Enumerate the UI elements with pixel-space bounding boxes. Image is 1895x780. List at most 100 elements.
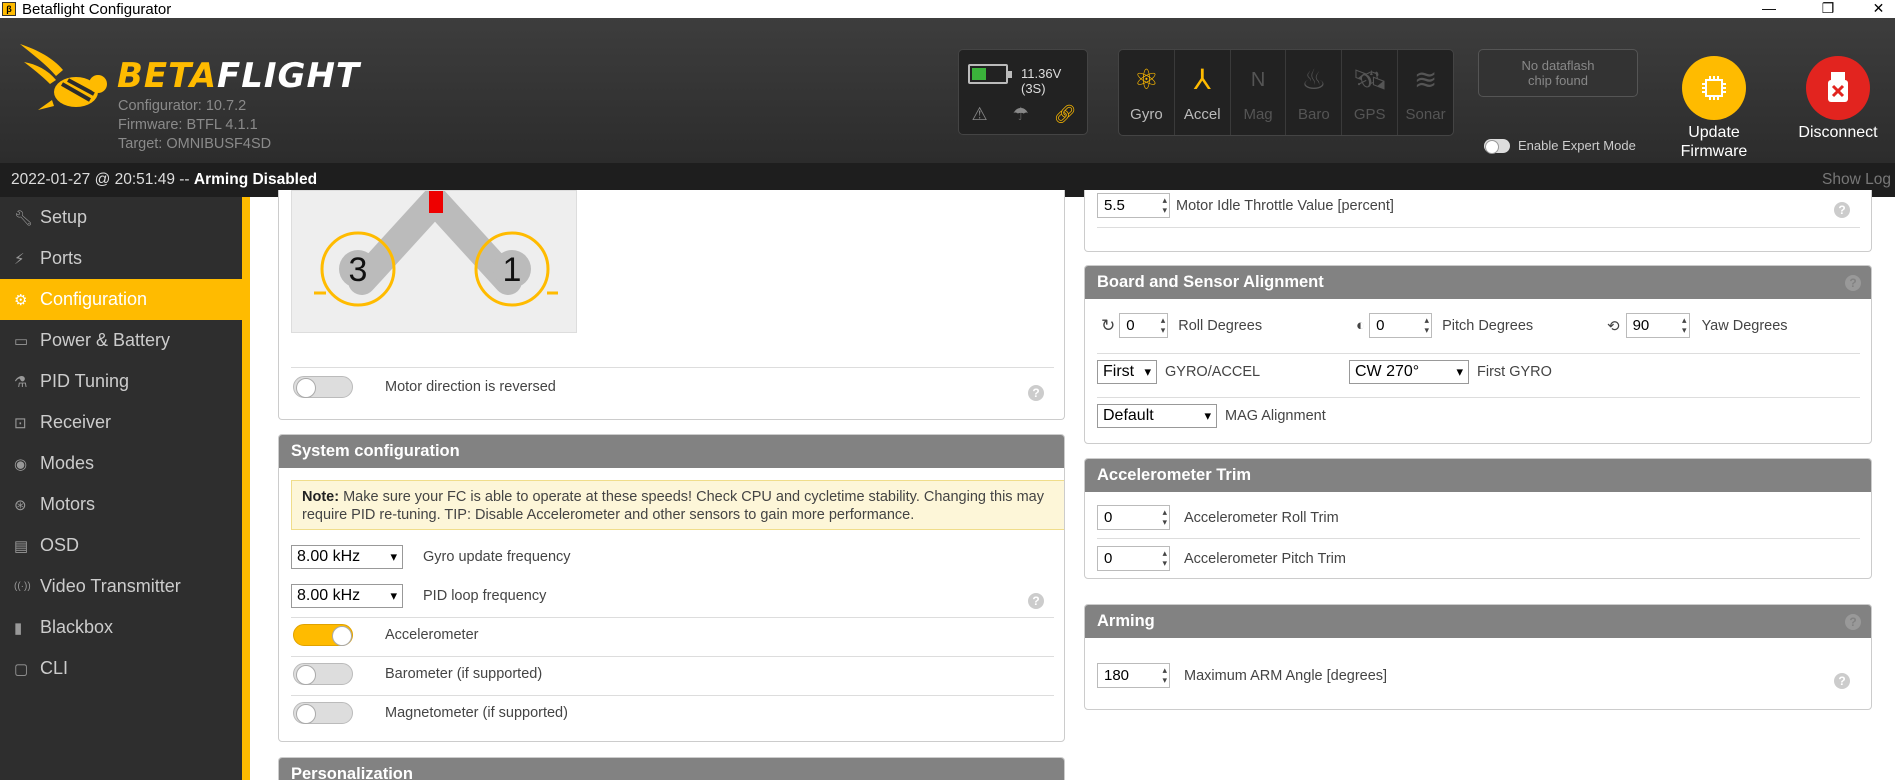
close-button[interactable]: ✕ — [1862, 0, 1895, 18]
sidebar-item-video-transmitter[interactable]: ((·)) Video Transmitter — [0, 566, 242, 607]
sidebar-item-blackbox[interactable]: ▮ Blackbox — [0, 607, 242, 648]
system-config-title: System configuration — [279, 435, 1064, 468]
sidebar-item-label: Blackbox — [40, 617, 114, 637]
sidebar-item-osd[interactable]: ▤ OSD — [0, 525, 242, 566]
help-icon[interactable]: ? — [1028, 385, 1044, 401]
gyro-alignment-label: First GYRO — [1477, 364, 1552, 380]
sensor-label: Mag — [1243, 106, 1273, 123]
acc-trim-panel: Accelerometer Trim 0 Accelerometer Roll … — [1084, 458, 1872, 579]
gyro-alignment-select[interactable]: CW 270° — [1349, 360, 1469, 384]
motor-direction-toggle[interactable] — [293, 376, 353, 398]
sidebar-item-label: PID Tuning — [40, 371, 130, 391]
magnetometer-toggle[interactable] — [293, 702, 353, 724]
roll-degrees-input[interactable]: 0 — [1119, 313, 1169, 338]
motor-3-label: 3 — [349, 251, 368, 289]
status-timestamp: 2022-01-27 @ 20:51:49 -- — [11, 171, 194, 188]
help-icon[interactable]: ? — [1028, 593, 1044, 609]
system-config-panel: System configuration Note: Make sure you… — [278, 434, 1065, 742]
expert-mode-label: Enable Expert Mode — [1518, 138, 1636, 153]
sensor-label: Baro — [1298, 106, 1330, 123]
baro-icon: ♨ — [1301, 64, 1327, 95]
disconnect-button[interactable]: Disconnect — [1792, 56, 1884, 142]
acc-pitch-trim-input[interactable]: 0 — [1097, 546, 1170, 571]
yaw-degrees-input[interactable]: 90 — [1625, 313, 1690, 338]
pid-frequency-select[interactable]: 8.00 kHz — [291, 584, 403, 608]
dataflash-line2: chip found — [1528, 73, 1588, 88]
sensor-label: Gyro — [1130, 106, 1163, 123]
firmware-version: Firmware: BTFL 4.1.1 — [118, 117, 258, 133]
accelerometer-toggle[interactable] — [293, 624, 353, 646]
sidebar-item-label: Power & Battery — [40, 330, 171, 350]
brand-wordmark: BETAFLIGHT — [117, 56, 360, 96]
max-arm-angle-input[interactable]: 180 — [1097, 663, 1170, 688]
note-text: Make sure your FC is able to operate at … — [302, 489, 1044, 523]
mag-alignment-select[interactable]: Default — [1097, 404, 1217, 428]
sidebar-item-modes[interactable]: ◉ Modes — [0, 443, 242, 484]
gyro-frequency-select[interactable]: 8.00 kHz — [291, 545, 403, 569]
pid-icon: ⚗ — [14, 373, 28, 391]
sensor-mag: N Mag — [1231, 50, 1287, 135]
magnetometer-label: Magnetometer (if supported) — [385, 705, 568, 721]
accelerometer-label: Accelerometer — [385, 627, 479, 643]
version-info: Configurator: 10.7.2 Firmware: BTFL 4.1.… — [118, 97, 271, 154]
gyro-select[interactable]: First — [1097, 360, 1157, 384]
acc-roll-trim-input[interactable]: 0 — [1097, 505, 1170, 530]
mag-icon: N — [1250, 69, 1266, 91]
help-icon[interactable]: ? — [1834, 202, 1850, 218]
sidebar-item-cli[interactable]: ▢ CLI — [0, 648, 242, 689]
bee-logo-icon — [20, 44, 107, 110]
modes-icon: ◉ — [14, 455, 28, 473]
roll-icon: ↻ — [1101, 315, 1116, 335]
motors-icon: ⊛ — [14, 496, 27, 514]
cli-icon: ▢ — [14, 660, 29, 678]
sidebar-item-receiver[interactable]: ⊡ Receiver — [0, 402, 242, 443]
sidebar-item-label: OSD — [40, 535, 80, 555]
expert-mode-switch[interactable] — [1484, 138, 1510, 154]
personalization-panel: Personalization — [278, 757, 1065, 780]
wrench-icon: 🔧︎ — [14, 209, 34, 227]
link-icon: 🔗︎ — [1053, 104, 1077, 124]
acc-roll-trim-label: Accelerometer Roll Trim — [1184, 509, 1339, 526]
motor-idle-panel: 5.5 Motor Idle Throttle Value [percent] … — [1084, 190, 1872, 252]
sidebar-item-setup[interactable]: 🔧︎ Setup — [0, 197, 242, 238]
sensor-label: Accel — [1183, 106, 1221, 123]
mixer-panel: 3 1 Motor direction is reversed ? — [278, 190, 1065, 420]
sensor-status: ⚛ Gyro ⅄ Accel N Mag ♨ Baro 🛰︎ GPS ≋ Sonar — [1118, 49, 1454, 136]
help-icon[interactable]: ? — [1834, 673, 1850, 689]
pitch-degrees-label: Pitch Degrees — [1442, 317, 1534, 334]
motor-idle-input[interactable]: 5.5 — [1097, 193, 1170, 218]
sidebar-item-power-battery[interactable]: ▭ Power & Battery — [0, 320, 242, 361]
help-icon[interactable]: ? — [1845, 275, 1861, 291]
app-icon: β — [2, 2, 16, 16]
gyro-frequency-label: Gyro update frequency — [423, 549, 571, 565]
arming-state: Arming Disabled — [193, 171, 318, 188]
sidebar-item-label: Motors — [40, 494, 96, 514]
barometer-toggle[interactable] — [293, 663, 353, 685]
sidebar-item-configuration[interactable]: ⚙ Configuration — [0, 279, 242, 320]
yaw-icon: ⟲ — [1607, 317, 1620, 335]
minimize-button[interactable]: — — [1749, 0, 1789, 18]
sidebar-item-label: Receiver — [40, 412, 112, 432]
plug-icon: ⚡︎ — [14, 250, 25, 268]
sensor-label: GPS — [1353, 106, 1386, 123]
maximize-button[interactable]: ❐ — [1808, 0, 1848, 18]
roll-degrees-label: Roll Degrees — [1178, 317, 1263, 334]
receiver-icon: ⊡ — [14, 414, 27, 432]
pitch-icon: ◐ — [1356, 317, 1366, 334]
sidebar-item-ports[interactable]: ⚡︎ Ports — [0, 238, 242, 279]
vtx-icon: ((·)) — [14, 581, 31, 592]
dataflash-status: No dataflash chip found — [1478, 49, 1638, 97]
help-icon[interactable]: ? — [1845, 614, 1861, 630]
sidebar-item-pid-tuning[interactable]: ⚗ PID Tuning — [0, 361, 242, 402]
battery-icon: ▭ — [14, 332, 29, 350]
sensor-baro: ♨ Baro — [1286, 50, 1343, 135]
arming-title-text: Arming — [1097, 612, 1155, 630]
sensor-accel: ⅄ Accel — [1175, 50, 1231, 135]
update-firmware-button[interactable]: Update Firmware — [1669, 56, 1759, 161]
gyro-icon: ⚛ — [1133, 64, 1159, 95]
sidebar-item-motors[interactable]: ⊛ Motors — [0, 484, 242, 525]
window-title: Betaflight Configurator — [22, 0, 172, 18]
expert-mode-toggle[interactable]: Enable Expert Mode — [1484, 138, 1636, 154]
motor-idle-label: Motor Idle Throttle Value [percent] — [1176, 197, 1394, 214]
pitch-degrees-input[interactable]: 0 — [1369, 313, 1433, 338]
